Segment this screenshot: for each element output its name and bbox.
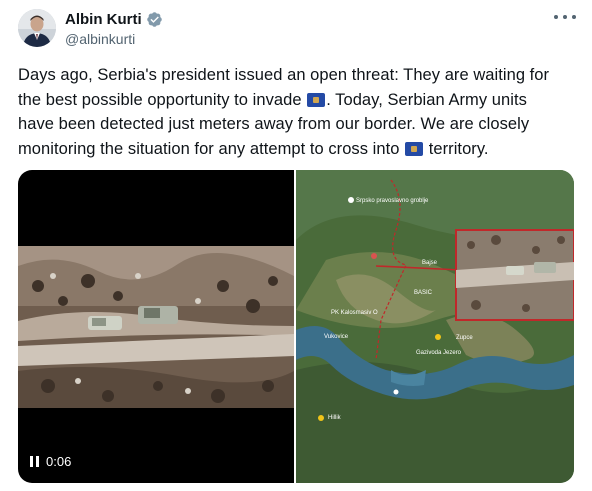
avatar-portrait — [18, 9, 56, 47]
tweet-line-4: monitoring the situation for any attempt… — [18, 137, 578, 162]
satellite-map — [296, 170, 574, 483]
tweet-line-2a: the best possible opportunity to invade — [18, 90, 302, 109]
author-handle[interactable]: @albinkurti — [65, 31, 135, 47]
kosovo-flag-icon — [405, 141, 424, 156]
video-duration-label: 0:06 — [46, 454, 72, 469]
tweet-line-2: the best possible opportunity to invade … — [18, 88, 578, 113]
tweet-line-4b: territory. — [428, 139, 489, 158]
author-display-name[interactable]: Albin Kurti — [65, 11, 142, 28]
author-name-row: Albin Kurti — [65, 11, 163, 28]
drone-footage-frame — [18, 246, 294, 408]
tweet-text: Days ago, Serbia's president issued an o… — [18, 63, 578, 161]
kosovo-flag-icon — [307, 92, 326, 107]
tweet-line-1: Days ago, Serbia's president issued an o… — [18, 66, 550, 84]
video-player[interactable]: 0:06 — [18, 170, 294, 483]
map-label-bajse: Bajse — [422, 260, 438, 266]
media-grid: 0:06 Srpsko pravoslavno groblje Bajse BA… — [18, 170, 574, 483]
verified-badge-icon[interactable] — [146, 11, 163, 28]
more-options-icon[interactable] — [554, 10, 576, 24]
tweet-line-3: have been detected just meters away from… — [18, 115, 530, 133]
map-label-zupce: Zupce — [456, 335, 473, 341]
map-label-top: Srpsko pravoslavno groblje — [356, 198, 429, 204]
map-image[interactable]: Srpsko pravoslavno groblje Bajse BASIC P… — [296, 170, 574, 483]
avatar[interactable] — [18, 9, 56, 47]
map-label-pk: PK Kalosmasiv O — [331, 310, 378, 316]
map-label-basic: BASIC — [414, 290, 433, 296]
video-duration[interactable]: 0:06 — [30, 454, 71, 469]
map-label-hilli: Hillik — [328, 415, 341, 421]
tweet-line-2b: . Today, Serbian Army units — [326, 90, 527, 109]
pause-icon[interactable] — [30, 456, 39, 467]
map-label-jezero: Gazivoda Jezero — [416, 350, 462, 356]
tweet-line-4a: monitoring the situation for any attempt… — [18, 139, 400, 158]
map-label-vukovice: Vukovice — [324, 334, 349, 340]
